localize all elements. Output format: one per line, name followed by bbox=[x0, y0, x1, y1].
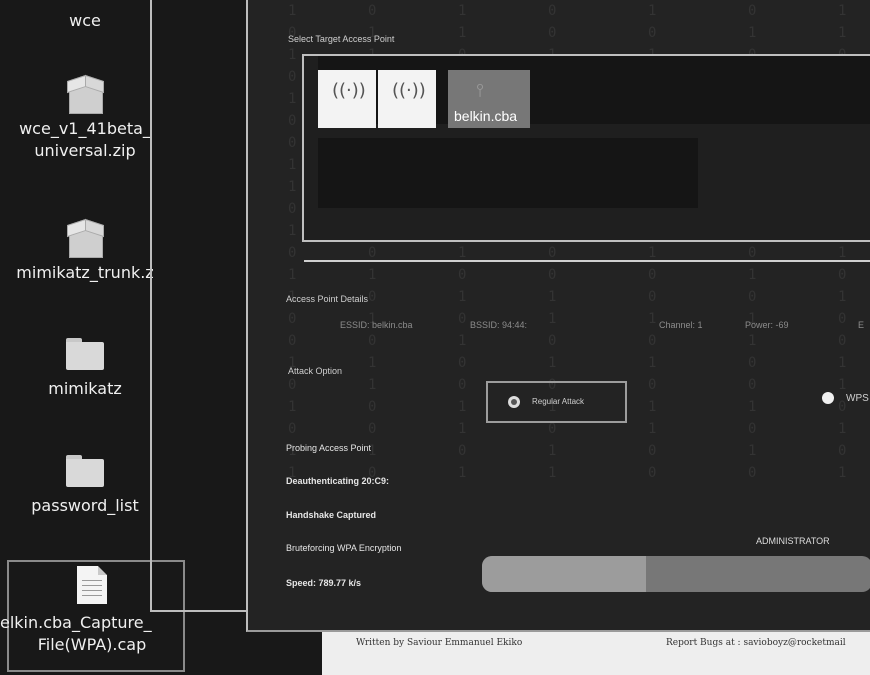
folder-icon bbox=[66, 338, 104, 370]
desktop-icon-label: mimikatz_trunk.z bbox=[16, 263, 154, 282]
desktop-icon-label: elkin.cba_Capture_ bbox=[0, 613, 152, 632]
archive-icon bbox=[67, 218, 104, 258]
progress-fill bbox=[482, 556, 646, 592]
archive-icon bbox=[67, 74, 104, 114]
desktop-icon-wce-zip[interactable]: wce_v1_41beta_ universal.zip bbox=[0, 74, 170, 162]
folder-icon bbox=[66, 455, 104, 487]
essid-value: ESSID: belkin.cba bbox=[340, 320, 413, 330]
status-line: Deauthenticating 20:C9: bbox=[286, 476, 390, 486]
access-point-info-panel bbox=[318, 138, 698, 208]
antenna-icon: ⫯ bbox=[476, 80, 484, 101]
progress-bar bbox=[482, 556, 870, 592]
desktop-icon-label: wce bbox=[69, 11, 101, 30]
regular-attack-option[interactable]: Regular Attack bbox=[486, 381, 627, 423]
bssid-value: BSSID: 94:44: bbox=[470, 320, 528, 330]
wifi-cracker-window: 1010100110101100101011 01101010011010101… bbox=[246, 0, 870, 632]
status-line: Speed: 789.77 k/s bbox=[286, 578, 362, 588]
access-point-label: belkin.cba bbox=[454, 108, 518, 124]
desktop-icon-label: password_list bbox=[31, 496, 139, 515]
desktop-icon-mimikatz[interactable]: mimikatz bbox=[0, 338, 170, 400]
regular-attack-label: Regular Attack bbox=[532, 397, 585, 406]
desktop-icon-label: universal.zip bbox=[34, 141, 136, 160]
wifi-icon: ((·)) bbox=[392, 80, 426, 101]
attack-option-label: Attack Option bbox=[288, 366, 343, 376]
radio-checked-icon bbox=[508, 396, 520, 408]
access-point-frame: ((·)) ((·)) ⫯ belkin.cba bbox=[302, 54, 870, 242]
encryption-value: E bbox=[858, 320, 865, 330]
desktop-icon-password-list[interactable]: password_list bbox=[0, 455, 170, 517]
desktop-icon-label: mimikatz bbox=[48, 379, 122, 398]
wps-attack-label: WPS bbox=[846, 393, 869, 404]
desktop-icon-label: wce_v1_41beta_ bbox=[19, 119, 151, 138]
status-line: Bruteforcing WPA Encryption bbox=[286, 543, 402, 553]
author-credit: Written by Saviour Emmanuel Ekiko bbox=[356, 638, 523, 648]
channel-value: Channel: 1 bbox=[659, 320, 703, 330]
access-point-item[interactable]: ((·)) bbox=[378, 70, 436, 128]
access-point-list: ((·)) ((·)) ⫯ belkin.cba bbox=[318, 56, 870, 128]
access-point-item[interactable]: ((·)) bbox=[318, 70, 376, 128]
current-key: ADMINISTRATOR bbox=[756, 536, 830, 546]
wifi-icon: ((·)) bbox=[332, 80, 366, 101]
report-bugs: Report Bugs at : savioboyz@rocketmail bbox=[666, 638, 846, 648]
access-point-item-selected[interactable]: ⫯ belkin.cba bbox=[448, 70, 530, 128]
details-label: Access Point Details bbox=[286, 294, 369, 304]
matrix-background: 1010100110101100101011 bbox=[288, 3, 297, 481]
desktop-icon-mimikatz-trunk[interactable]: mimikatz_trunk.z bbox=[0, 218, 170, 284]
divider bbox=[304, 260, 870, 262]
power-value: Power: -69 bbox=[745, 320, 789, 330]
desktop-icon-wce[interactable]: wce bbox=[0, 10, 170, 32]
select-target-label: Select Target Access Point bbox=[288, 34, 395, 44]
footer-bar: Written by Saviour Emmanuel Ekiko Report… bbox=[322, 632, 870, 675]
wps-attack-radio[interactable] bbox=[822, 392, 834, 404]
document-icon bbox=[77, 566, 107, 604]
status-line: Probing Access Point bbox=[286, 443, 372, 453]
desktop-icon-label: File(WPA).cap bbox=[37, 635, 147, 654]
status-line: Handshake Captured bbox=[286, 510, 377, 520]
